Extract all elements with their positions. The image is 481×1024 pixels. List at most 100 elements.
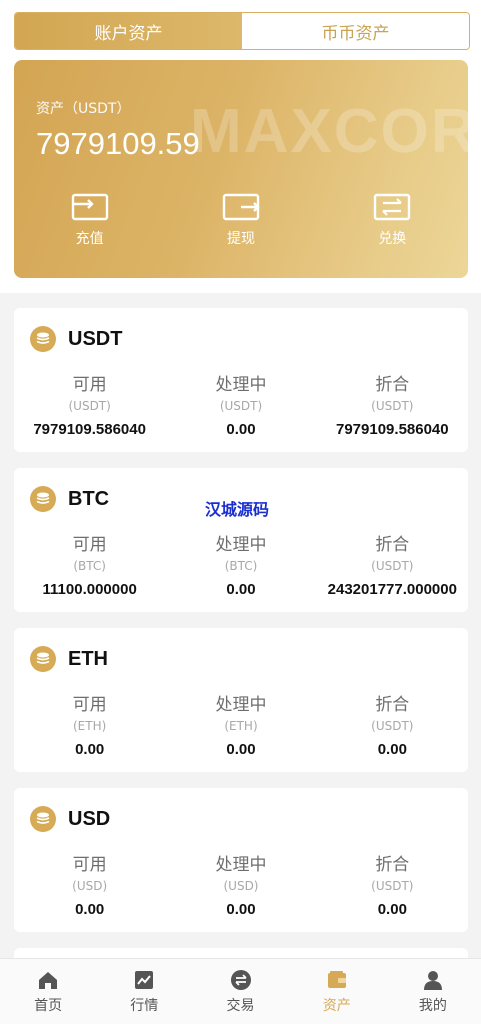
trade-icon (230, 969, 251, 990)
column-unit: (USDT) (371, 879, 414, 893)
converted-column: 折合 (USDT) 0.00 (317, 850, 468, 918)
coin-card-usd[interactable]: USD 可用 (USD) 0.00 处理中 (USD) 0.00 折合 (USD… (14, 788, 468, 932)
exchange-icon (374, 193, 411, 221)
available-column: 可用 (USD) 0.00 (14, 850, 165, 918)
nav-assets[interactable]: 资产 (289, 959, 385, 1024)
coin-balances: 可用 (USDT) 7979109.586040 处理中 (USDT) 0.00… (14, 370, 468, 438)
tab-coin-assets[interactable]: 币币资产 (242, 13, 469, 49)
column-title: 折合 (375, 695, 410, 715)
column-title: 处理中 (215, 375, 267, 395)
column-unit: (USDT) (371, 559, 414, 573)
coin-stack-icon (30, 646, 56, 672)
column-title: 折合 (375, 375, 410, 395)
nav-label: 行情 (130, 997, 159, 1014)
coin-header: USD (30, 806, 110, 832)
column-value: 0.00 (75, 741, 105, 758)
column-unit: (USD) (223, 879, 259, 893)
converted-column: 折合 (USDT) 243201777.000000 (317, 530, 468, 598)
column-unit: (USDT) (219, 399, 263, 413)
column-unit: (USD) (72, 879, 108, 893)
column-title: 处理中 (215, 695, 267, 715)
column-value: 0.00 (377, 901, 407, 918)
processing-column: 处理中 (USD) 0.00 (165, 850, 316, 918)
withdraw-button[interactable]: 提现 (165, 192, 316, 248)
coin-name: BTC (68, 487, 110, 510)
column-title: 折合 (375, 855, 410, 875)
coin-balances: 可用 (USD) 0.00 处理中 (USD) 0.00 折合 (USDT) 0… (14, 850, 468, 918)
column-unit: (ETH) (224, 719, 258, 733)
column-title: 处理中 (215, 855, 267, 875)
processing-column: 处理中 (ETH) 0.00 (165, 690, 316, 758)
column-title: 可用 (72, 695, 107, 715)
column-unit: (BTC) (224, 559, 258, 573)
coin-card-btc[interactable]: BTC 可用 (BTC) 11100.000000 处理中 (BTC) 0.00… (14, 468, 468, 612)
bottom-nav: 首页 行情 交易 资产 我的 (0, 958, 481, 1024)
column-unit: (BTC) (73, 559, 106, 573)
chart-icon (135, 970, 154, 989)
coin-name: ETH (68, 647, 108, 670)
column-title: 处理中 (215, 535, 267, 555)
converted-column: 折合 (USDT) 7979109.586040 (317, 370, 468, 438)
nav-label: 资产 (322, 997, 351, 1014)
column-value: 0.00 (226, 741, 256, 758)
available-column: 可用 (USDT) 7979109.586040 (14, 370, 165, 438)
coin-balances: 可用 (ETH) 0.00 处理中 (ETH) 0.00 折合 (USDT) 0… (14, 690, 468, 758)
column-title: 可用 (72, 375, 107, 395)
coin-card-usdt[interactable]: USDT 可用 (USDT) 7979109.586040 处理中 (USDT)… (14, 308, 468, 452)
coin-name: USDT (68, 327, 123, 350)
converted-column: 折合 (USDT) 0.00 (317, 690, 468, 758)
coin-list: USDT 可用 (USDT) 7979109.586040 处理中 (USDT)… (0, 293, 481, 968)
home-icon (39, 971, 58, 989)
nav-profile[interactable]: 我的 (385, 959, 481, 1024)
wallet-icon (327, 970, 346, 988)
asset-total-value: 7979109.59 (36, 126, 200, 161)
column-value: 0.00 (377, 741, 407, 758)
asset-tabs: 账户资产 币币资产 (14, 12, 470, 50)
withdraw-icon (222, 193, 260, 221)
coin-stack-icon (30, 326, 56, 352)
top-area: 账户资产 币币资产 MAXCOR 资产（USDT） 7979109.59 充值 (0, 0, 481, 293)
column-value: 11100.000000 (42, 581, 137, 598)
coin-card-eth[interactable]: ETH 可用 (ETH) 0.00 处理中 (ETH) 0.00 折合 (USD… (14, 628, 468, 772)
coin-header: USDT (30, 326, 122, 352)
exchange-label: 兑换 (378, 231, 407, 247)
column-value: 0.00 (226, 901, 256, 918)
column-unit: (USDT) (371, 399, 414, 413)
available-column: 可用 (ETH) 0.00 (14, 690, 165, 758)
nav-market[interactable]: 行情 (96, 959, 192, 1024)
nav-trade[interactable]: 交易 (192, 959, 288, 1024)
coin-stack-icon (30, 486, 56, 512)
column-value: 243201777.000000 (327, 581, 457, 598)
column-title: 可用 (72, 855, 107, 875)
nav-label: 首页 (34, 997, 63, 1014)
withdraw-label: 提现 (226, 231, 255, 247)
processing-column: 处理中 (BTC) 0.00 (165, 530, 316, 598)
watermark-overlay-text: 汉城源码 (205, 500, 270, 519)
nav-home[interactable]: 首页 (0, 959, 96, 1024)
asset-actions: 充值 提现 兑换 (14, 192, 468, 248)
deposit-label: 充值 (75, 231, 104, 247)
column-unit: (USDT) (68, 399, 111, 413)
asset-summary-card: MAXCOR 资产（USDT） 7979109.59 充值 提现 兑换 (14, 60, 468, 278)
column-value: 7979109.586040 (336, 421, 449, 438)
brand-watermark: MAXCOR (190, 97, 468, 166)
column-value: 0.00 (75, 901, 105, 918)
user-icon (423, 970, 442, 990)
exchange-button[interactable]: 兑换 (317, 192, 468, 248)
nav-label: 交易 (226, 997, 255, 1014)
nav-label: 我的 (418, 997, 447, 1014)
coin-header: BTC (30, 486, 109, 512)
column-value: 7979109.586040 (33, 421, 146, 438)
tab-account-assets[interactable]: 账户资产 (15, 13, 242, 49)
column-value: 0.00 (226, 421, 256, 438)
deposit-button[interactable]: 充值 (14, 192, 165, 248)
deposit-icon (71, 193, 108, 221)
processing-column: 处理中 (USDT) 0.00 (165, 370, 316, 438)
column-unit: (ETH) (73, 719, 107, 733)
coin-balances: 可用 (BTC) 11100.000000 处理中 (BTC) 0.00 折合 … (14, 530, 468, 598)
column-title: 可用 (72, 535, 107, 555)
column-title: 折合 (375, 535, 410, 555)
coin-header: ETH (30, 646, 108, 672)
column-unit: (USDT) (371, 719, 414, 733)
column-value: 0.00 (226, 581, 256, 598)
